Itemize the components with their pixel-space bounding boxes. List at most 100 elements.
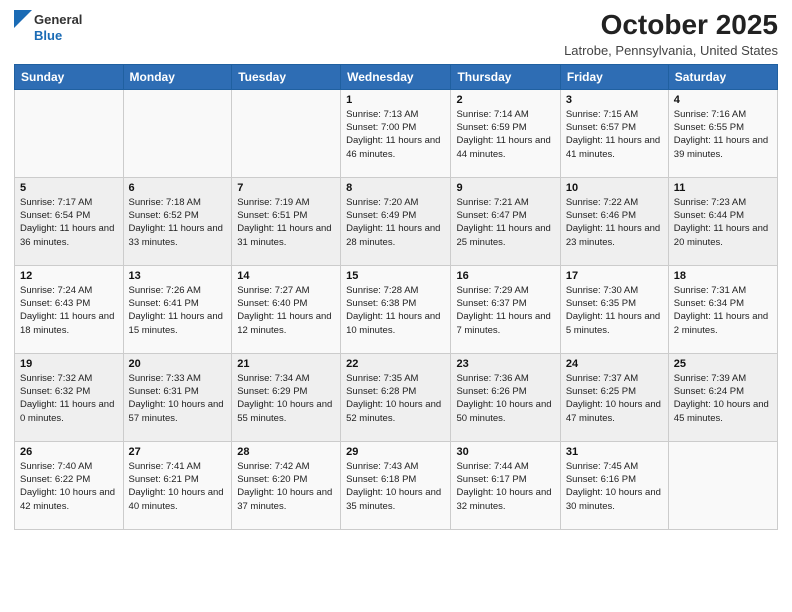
logo-general: General xyxy=(34,12,82,28)
calendar-week-row: 5 Sunrise: 7:17 AM Sunset: 6:54 PM Daylig… xyxy=(15,177,778,265)
table-row: 29 Sunrise: 7:43 AM Sunset: 6:18 PM Dayli… xyxy=(341,441,451,529)
day-number: 31 xyxy=(566,446,663,458)
calendar-header-row: Sunday Monday Tuesday Wednesday Thursday… xyxy=(15,64,778,89)
table-row xyxy=(123,89,232,177)
day-info: Sunrise: 7:40 AM Sunset: 6:22 PM Dayligh… xyxy=(20,460,118,513)
table-row: 23 Sunrise: 7:36 AM Sunset: 6:26 PM Dayli… xyxy=(451,353,560,441)
title-block: October 2025 Latrobe, Pennsylvania, Unit… xyxy=(564,10,778,58)
calendar-week-row: 19 Sunrise: 7:32 AM Sunset: 6:32 PM Dayli… xyxy=(15,353,778,441)
day-info: Sunrise: 7:35 AM Sunset: 6:28 PM Dayligh… xyxy=(346,372,445,425)
day-number: 6 xyxy=(129,182,227,194)
table-row: 3 Sunrise: 7:15 AM Sunset: 6:57 PM Daylig… xyxy=(560,89,668,177)
day-number: 13 xyxy=(129,270,227,282)
table-row: 11Sunrise: 7:23 AM Sunset: 6:44 PM Dayli… xyxy=(668,177,777,265)
day-info: Sunrise: 7:16 AM Sunset: 6:55 PM Dayligh… xyxy=(674,108,772,161)
day-number: 3 xyxy=(566,94,663,106)
page: GeneralBlue October 2025 Latrobe, Pennsy… xyxy=(0,0,792,612)
day-number: 29 xyxy=(346,446,445,458)
day-number: 7 xyxy=(237,182,335,194)
day-info: Sunrise: 7:32 AM Sunset: 6:32 PM Dayligh… xyxy=(20,372,118,425)
day-info: Sunrise: 7:17 AM Sunset: 6:54 PM Dayligh… xyxy=(20,196,118,249)
day-info: Sunrise: 7:44 AM Sunset: 6:17 PM Dayligh… xyxy=(456,460,554,513)
table-row: 17 Sunrise: 7:30 AM Sunset: 6:35 PM Dayli… xyxy=(560,265,668,353)
day-number: 9 xyxy=(456,182,554,194)
table-row: 4Sunrise: 7:16 AM Sunset: 6:55 PM Daylig… xyxy=(668,89,777,177)
col-sunday: Sunday xyxy=(15,64,124,89)
table-row: 31 Sunrise: 7:45 AM Sunset: 6:16 PM Dayli… xyxy=(560,441,668,529)
day-number: 17 xyxy=(566,270,663,282)
table-row: 25Sunrise: 7:39 AM Sunset: 6:24 PM Dayli… xyxy=(668,353,777,441)
day-number: 27 xyxy=(129,446,227,458)
col-friday: Friday xyxy=(560,64,668,89)
day-number: 18 xyxy=(674,270,772,282)
table-row: 8Sunrise: 7:20 AM Sunset: 6:49 PM Daylig… xyxy=(341,177,451,265)
table-row: 1 Sunrise: 7:13 AM Sunset: 7:00 PM Daylig… xyxy=(341,89,451,177)
day-info: Sunrise: 7:28 AM Sunset: 6:38 PM Dayligh… xyxy=(346,284,445,337)
day-number: 10 xyxy=(566,182,663,194)
day-number: 16 xyxy=(456,270,554,282)
table-row: 15Sunrise: 7:28 AM Sunset: 6:38 PM Dayli… xyxy=(341,265,451,353)
table-row: 28Sunrise: 7:42 AM Sunset: 6:20 PM Dayli… xyxy=(232,441,341,529)
table-row: 12 Sunrise: 7:24 AM Sunset: 6:43 PM Dayli… xyxy=(15,265,124,353)
day-info: Sunrise: 7:42 AM Sunset: 6:20 PM Dayligh… xyxy=(237,460,335,513)
day-info: Sunrise: 7:30 AM Sunset: 6:35 PM Dayligh… xyxy=(566,284,663,337)
table-row: 22Sunrise: 7:35 AM Sunset: 6:28 PM Dayli… xyxy=(341,353,451,441)
table-row: 19 Sunrise: 7:32 AM Sunset: 6:32 PM Dayli… xyxy=(15,353,124,441)
day-number: 23 xyxy=(456,358,554,370)
day-info: Sunrise: 7:18 AM Sunset: 6:52 PM Dayligh… xyxy=(129,196,227,249)
page-subtitle: Latrobe, Pennsylvania, United States xyxy=(564,43,778,58)
day-info: Sunrise: 7:45 AM Sunset: 6:16 PM Dayligh… xyxy=(566,460,663,513)
calendar-week-row: 12 Sunrise: 7:24 AM Sunset: 6:43 PM Dayli… xyxy=(15,265,778,353)
day-info: Sunrise: 7:43 AM Sunset: 6:18 PM Dayligh… xyxy=(346,460,445,513)
day-number: 5 xyxy=(20,182,118,194)
table-row: 7 Sunrise: 7:19 AM Sunset: 6:51 PM Daylig… xyxy=(232,177,341,265)
table-row: 5 Sunrise: 7:17 AM Sunset: 6:54 PM Daylig… xyxy=(15,177,124,265)
calendar-table: Sunday Monday Tuesday Wednesday Thursday… xyxy=(14,64,778,530)
day-info: Sunrise: 7:15 AM Sunset: 6:57 PM Dayligh… xyxy=(566,108,663,161)
table-row: 6 Sunrise: 7:18 AM Sunset: 6:52 PM Daylig… xyxy=(123,177,232,265)
day-number: 21 xyxy=(237,358,335,370)
day-info: Sunrise: 7:19 AM Sunset: 6:51 PM Dayligh… xyxy=(237,196,335,249)
day-info: Sunrise: 7:31 AM Sunset: 6:34 PM Dayligh… xyxy=(674,284,772,337)
table-row: 27 Sunrise: 7:41 AM Sunset: 6:21 PM Dayli… xyxy=(123,441,232,529)
day-number: 20 xyxy=(129,358,227,370)
day-number: 12 xyxy=(20,270,118,282)
col-saturday: Saturday xyxy=(668,64,777,89)
day-number: 24 xyxy=(566,358,663,370)
table-row: 20 Sunrise: 7:33 AM Sunset: 6:31 PM Dayli… xyxy=(123,353,232,441)
day-info: Sunrise: 7:36 AM Sunset: 6:26 PM Dayligh… xyxy=(456,372,554,425)
table-row: 10 Sunrise: 7:22 AM Sunset: 6:46 PM Dayli… xyxy=(560,177,668,265)
table-row: 14Sunrise: 7:27 AM Sunset: 6:40 PM Dayli… xyxy=(232,265,341,353)
day-info: Sunrise: 7:24 AM Sunset: 6:43 PM Dayligh… xyxy=(20,284,118,337)
day-info: Sunrise: 7:33 AM Sunset: 6:31 PM Dayligh… xyxy=(129,372,227,425)
col-thursday: Thursday xyxy=(451,64,560,89)
day-info: Sunrise: 7:41 AM Sunset: 6:21 PM Dayligh… xyxy=(129,460,227,513)
day-info: Sunrise: 7:34 AM Sunset: 6:29 PM Dayligh… xyxy=(237,372,335,425)
day-info: Sunrise: 7:37 AM Sunset: 6:25 PM Dayligh… xyxy=(566,372,663,425)
day-number: 26 xyxy=(20,446,118,458)
day-info: Sunrise: 7:20 AM Sunset: 6:49 PM Dayligh… xyxy=(346,196,445,249)
calendar-week-row: 26 Sunrise: 7:40 AM Sunset: 6:22 PM Dayli… xyxy=(15,441,778,529)
table-row: 30 Sunrise: 7:44 AM Sunset: 6:17 PM Dayli… xyxy=(451,441,560,529)
page-title: October 2025 xyxy=(564,10,778,41)
header: GeneralBlue October 2025 Latrobe, Pennsy… xyxy=(14,10,778,58)
table-row: 13 Sunrise: 7:26 AM Sunset: 6:41 PM Dayli… xyxy=(123,265,232,353)
logo: GeneralBlue xyxy=(14,10,82,46)
col-wednesday: Wednesday xyxy=(341,64,451,89)
table-row: 2Sunrise: 7:14 AM Sunset: 6:59 PM Daylig… xyxy=(451,89,560,177)
day-info: Sunrise: 7:21 AM Sunset: 6:47 PM Dayligh… xyxy=(456,196,554,249)
table-row xyxy=(15,89,124,177)
day-number: 30 xyxy=(456,446,554,458)
day-number: 25 xyxy=(674,358,772,370)
col-monday: Monday xyxy=(123,64,232,89)
day-number: 19 xyxy=(20,358,118,370)
col-tuesday: Tuesday xyxy=(232,64,341,89)
day-info: Sunrise: 7:26 AM Sunset: 6:41 PM Dayligh… xyxy=(129,284,227,337)
day-number: 1 xyxy=(346,94,445,106)
calendar-week-row: 1 Sunrise: 7:13 AM Sunset: 7:00 PM Daylig… xyxy=(15,89,778,177)
day-info: Sunrise: 7:22 AM Sunset: 6:46 PM Dayligh… xyxy=(566,196,663,249)
day-number: 2 xyxy=(456,94,554,106)
day-number: 11 xyxy=(674,182,772,194)
day-info: Sunrise: 7:13 AM Sunset: 7:00 PM Dayligh… xyxy=(346,108,445,161)
logo-triangle-icon xyxy=(14,10,32,46)
